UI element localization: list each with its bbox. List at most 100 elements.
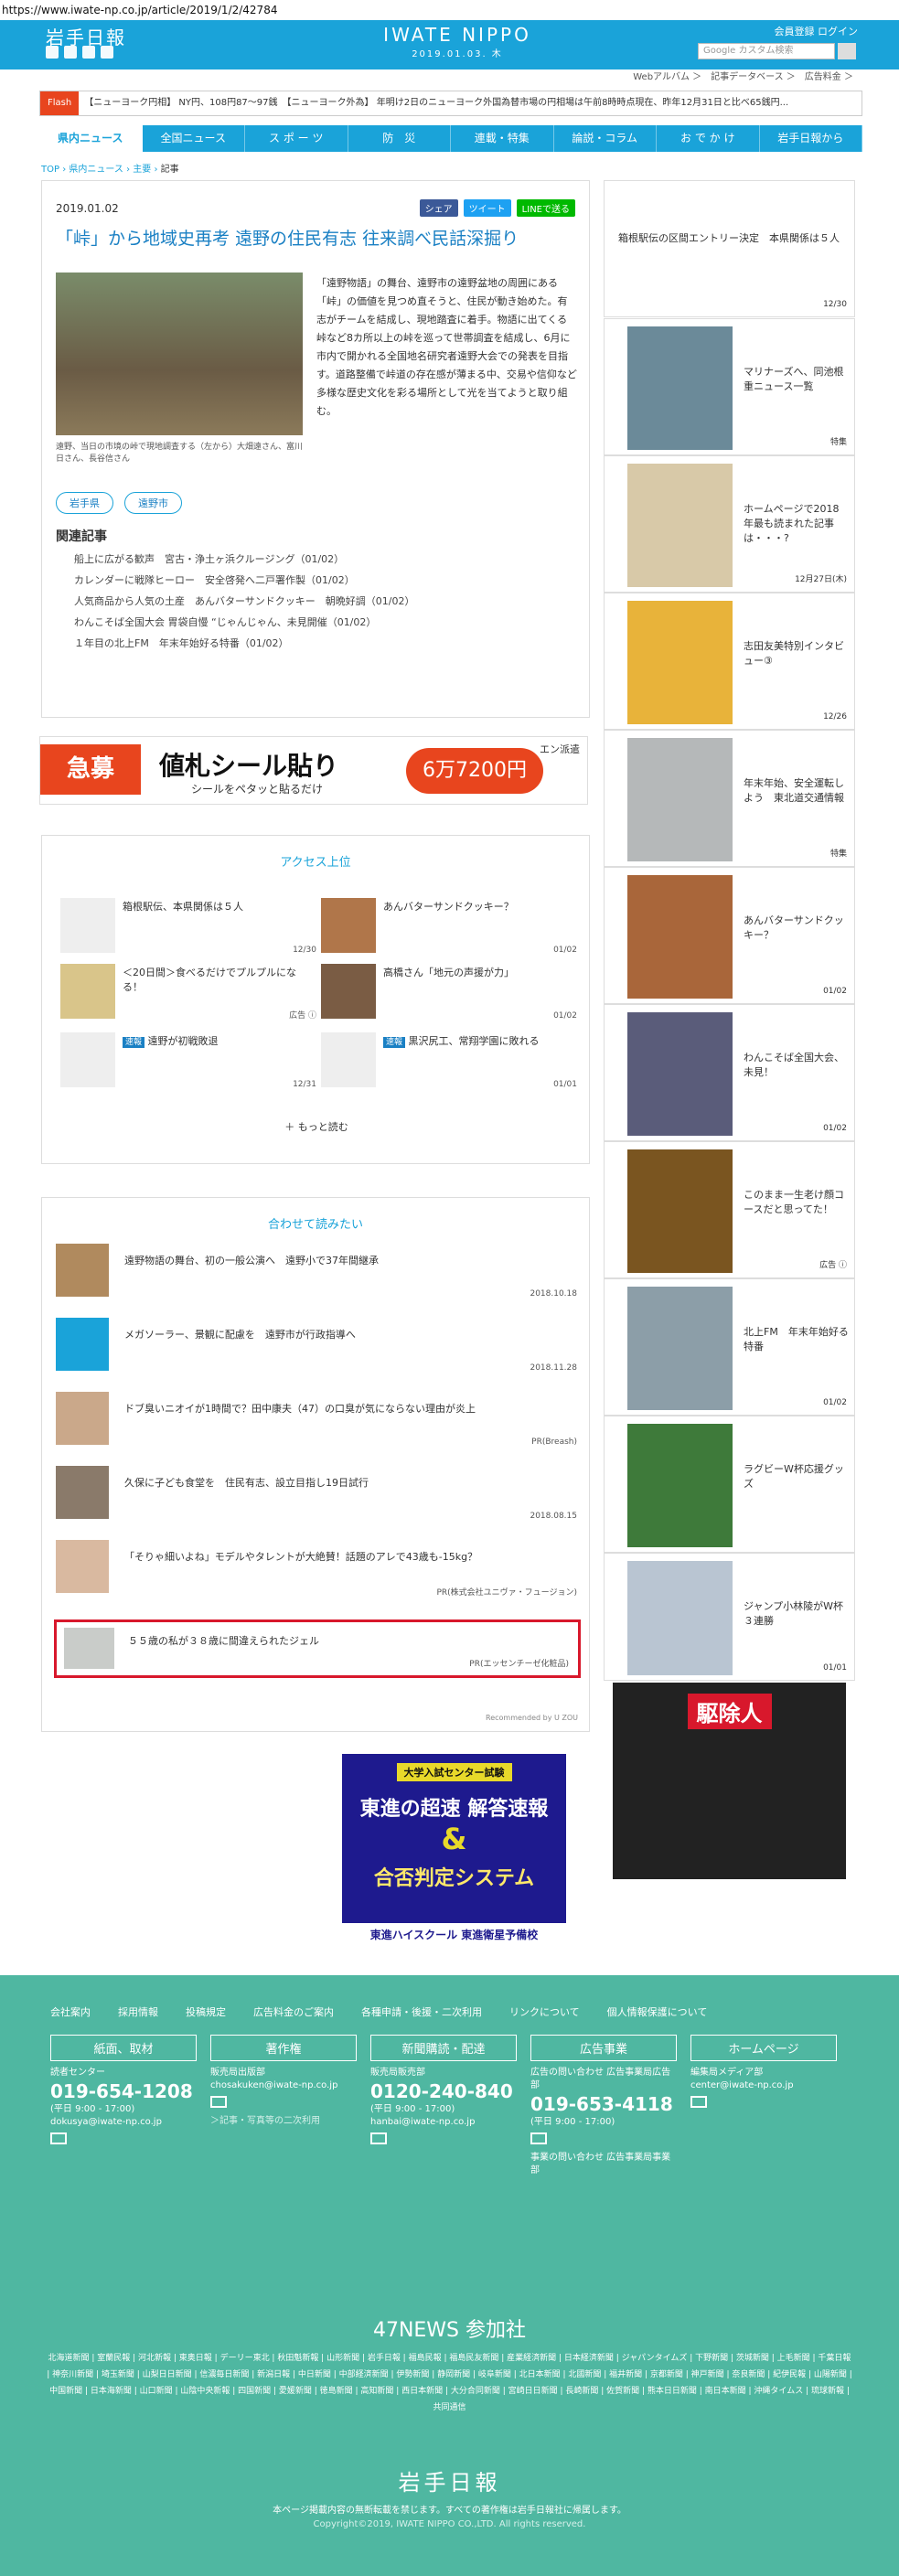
sidebar-item[interactable]: ラグビーW杯応援グッズ [604,1416,855,1553]
site-header: 岩手日報 IWATE NIPPO 2019.01.03. 木 会員登録 ログイン… [0,20,899,69]
access-item[interactable]: あんバターサンドクッキー？ 01/02 [321,898,577,955]
mail-icon[interactable] [370,2132,387,2144]
sidebar-item[interactable]: ジャンプ小林陵がW杯３連勝 01/01 [604,1553,855,1681]
toshin-ad[interactable]: 大学入試センター試験 東進の超速 解答速報 & 合否判定システム 東進ハイスクー… [342,1754,566,1946]
footer-col-email[interactable]: center@iwate-np.co.jp [690,2079,837,2092]
footer: 会社案内 採用情報 投稿規定 広告料金のご案内 各種申請・後援・二次利用 リンク… [0,1975,899,2432]
access-item[interactable]: 速報 黒沢尻工、常翔学園に敗れる 01/01 [321,1032,577,1089]
facebook-icon[interactable] [64,46,77,59]
breadcrumb-main[interactable]: 主要 [133,165,151,175]
job-ad-banner[interactable]: 急募 値札シール貼り シールをペタッと貼るだけ 6万7200円 エン派遣 [39,736,588,805]
recommend-item[interactable]: 遠野物語の舞台、初の一般公演へ 遠野小で37年間継承 2018.10.18 [56,1244,577,1308]
phone-number[interactable]: 0120-240-840 [370,2079,517,2103]
related-item[interactable]: 人気商品から人気の土産 あんバターサンドクッキー 朝晩好調（01/02） [74,591,414,612]
main-nav: 県内ニュース 全国ニュース ス ポ ー ツ 防 災 連載・特集 論説・コラム お… [39,125,862,152]
footer-col-email[interactable]: dokusya@iwate-np.co.jp [50,2116,197,2129]
footer-link[interactable]: 会社案内 [50,2004,91,2019]
sidebar-ad-item[interactable]: このまま一生老け顔コースだと思ってた！ 広告 ⓘ [604,1141,855,1278]
nav-from-nippo[interactable]: 岩手日報から [760,125,862,152]
twitter-icon[interactable] [46,46,59,59]
footer-col-email[interactable]: chosakuken@iwate-np.co.jp [210,2079,357,2092]
footer-logo[interactable]: 岩手日報 [0,2464,899,2496]
recommend-item[interactable]: 久保に子ども食堂を 住民有志、設立目指し19日試行 2018.08.15 [56,1466,577,1530]
sidebar-item[interactable]: マリナーズへ、同池根重ニュース一覧 特集 [604,318,855,455]
nav-editorial[interactable]: 論説・コラム [554,125,657,152]
article: 2019.01.02 シェア ツイート LINEで送る 「峠」から地域史再考 遠… [41,180,590,718]
plus-icon: ＋ [284,1121,298,1133]
thumbnail [60,1032,115,1087]
more-button[interactable]: ＋ もっと読む [42,1119,591,1134]
footer-link[interactable]: リンクについて [509,2004,580,2019]
tag-tono[interactable]: 遠野市 [124,492,182,514]
sidebar-item[interactable]: あんバターサンドクッキー？ 01/02 [604,867,855,1004]
facebook-share-button[interactable]: シェア [419,199,458,217]
tag-iwate[interactable]: 岩手県 [56,492,113,514]
access-item[interactable]: 速報 遠野が初戦敗退 12/31 [60,1032,316,1089]
youtube-icon[interactable] [82,46,95,59]
sidebar-item[interactable]: ホームページで2018年最も読まれた記事は・・・? 12月27日(木) [604,455,855,593]
related-item[interactable]: わんこそば全国大会 胃袋自慢 “じゃんじゃん、未見開催（01/02） [74,612,414,633]
sidebar-date: 特集 [829,850,847,859]
access-item[interactable]: 箱根駅伝、本県関係は５人 12/30 [60,898,316,955]
sub-links[interactable]: Webアルバム ＞ 記事データベース ＞ 広告料金 ＞ [0,69,899,86]
sidebar-text: ラグビーW杯応援グッズ [744,1463,844,1490]
nav-disaster[interactable]: 防 災 [348,125,451,152]
footer-link[interactable]: 採用情報 [118,2004,158,2019]
footer-link[interactable]: 広告料金のご案内 [253,2004,334,2019]
breadcrumb-top[interactable]: TOP [41,165,59,175]
highlighted-recommend-item[interactable]: ５５歳の私が３８歳に間違えられたジェル PR(エッセンチーゼ化粧品) [54,1619,581,1678]
related-item[interactable]: 船上に広がる歓声 宮古・浄土ヶ浜クルージング（01/02） [74,549,414,570]
phone-number[interactable]: 019-654-1208 [50,2079,197,2103]
access-item[interactable]: 高橋さん「地元の声援が力」 01/02 [321,964,577,1021]
nav-features[interactable]: 連載・特集 [451,125,554,152]
footer-col-link[interactable]: ＞記事・写真等の二次利用 [210,2115,357,2128]
tweet-button[interactable]: ツイート [463,199,511,217]
recommend-item[interactable]: ドブ臭いニオイが1時間で？田中康夫（47）の口臭が気にならない理由が炎上 PR(… [56,1392,577,1456]
footer-link[interactable]: 投稿規定 [186,2004,226,2019]
flash-text[interactable]: 【ニューヨーク円相】 NY円、108円87〜97銭 【ニューヨーク外為】 年明け… [84,98,788,108]
search-input[interactable]: Google カスタム検索 [698,43,835,59]
mail-icon[interactable] [530,2132,547,2144]
instagram-icon[interactable] [101,46,113,59]
nav-national-news[interactable]: 全国ニュース [143,125,245,152]
line-share-button[interactable]: LINEで送る [516,199,575,217]
search-button[interactable] [838,43,856,59]
sidebar-item[interactable]: 北上FM 年末年始好る特番 01/02 [604,1278,855,1416]
related-item[interactable]: カレンダーに戦隊ヒーロー 安全啓発へ二戸署作製（01/02） [74,570,414,591]
sidebar-item[interactable]: 志田友美特別インタビュー③ 12/26 [604,593,855,730]
nav-prefecture-news[interactable]: 県内ニュース [39,125,143,152]
footer-col-subscription: 新聞購読・配達 販売局販売部 0120-240-840 (平日 9:00 - 1… [370,2035,517,2152]
phone-number[interactable]: 019-653-4118 [530,2092,677,2116]
sidebar-item[interactable]: わんこそば全国大会、未見！ 01/02 [604,1004,855,1141]
mail-icon[interactable] [690,2096,707,2108]
url-bar[interactable]: https://www.iwate-np.co.jp/article/2019/… [0,0,899,20]
manga-ad[interactable]: 駆除人 [613,1683,846,1879]
news47-title: 47NEWS 参加社 [372,2319,527,2342]
recommend-item[interactable]: メガソーラー、景観に配慮を 遠野市が行政指導へ 2018.11.28 [56,1318,577,1382]
footer-links: 会社案内 採用情報 投稿規定 広告料金のご案内 各種申請・後援・二次利用 リンク… [50,2004,707,2019]
mail-icon[interactable] [50,2132,67,2144]
more-label: もっと読む [297,1121,348,1133]
footer-link[interactable]: 各種申請・後援・二次利用 [361,2004,482,2019]
breadcrumb-prefecture[interactable]: 県内ニュース [69,165,123,175]
access-item[interactable]: ＜20日間＞食べるだけでプルプルになる！ 広告 ⓘ [60,964,316,1021]
article-photo[interactable] [56,273,303,435]
recommend-item[interactable]: 「そりゃ細いよね」モデルやタレントが大絶賛！話題のアレで43歳も-15kg？ P… [56,1540,577,1604]
sidebar-text: 年末年始、安全運転しよう 東北道交通情報 [744,777,844,804]
news47-papers[interactable]: 北海道新聞 | 室蘭民報 | 河北新報 | 東奥日報 | デーリー東北 | 秋田… [46,2350,853,2416]
sidebar-top-item[interactable]: 箱根駅伝の区間エントリー決定 本県関係は５人 12/30 [604,180,855,317]
flash-ticker[interactable]: Flash 【ニューヨーク円相】 NY円、108円87〜97銭 【ニューヨーク外為… [39,91,862,116]
mail-icon[interactable] [210,2096,227,2108]
recommend-date: PR(Breash) [531,1438,577,1447]
related-item[interactable]: １年目の北上FM 年末年始好る特番（01/02） [74,633,414,654]
nav-outings[interactable]: お で か け [657,125,760,152]
account-links[interactable]: 会員登録 ログイン [775,24,859,38]
sidebar-item[interactable]: 年末年始、安全運転しよう 東北道交通情報特集 [604,730,855,867]
nav-sports[interactable]: ス ポ ー ツ [245,125,348,152]
article-date: 2019.01.02 [56,202,119,215]
footer-link[interactable]: 個人情報保護について [607,2004,708,2019]
access-ranking: アクセス上位 箱根駅伝、本県関係は５人 12/30 あんバターサンドクッキー？ … [41,835,590,1164]
thumbnail [627,464,733,587]
footer-col-email[interactable]: hanbai@iwate-np.co.jp [370,2116,517,2129]
recommended-by[interactable]: Recommended by U ZOU [486,1714,578,1722]
